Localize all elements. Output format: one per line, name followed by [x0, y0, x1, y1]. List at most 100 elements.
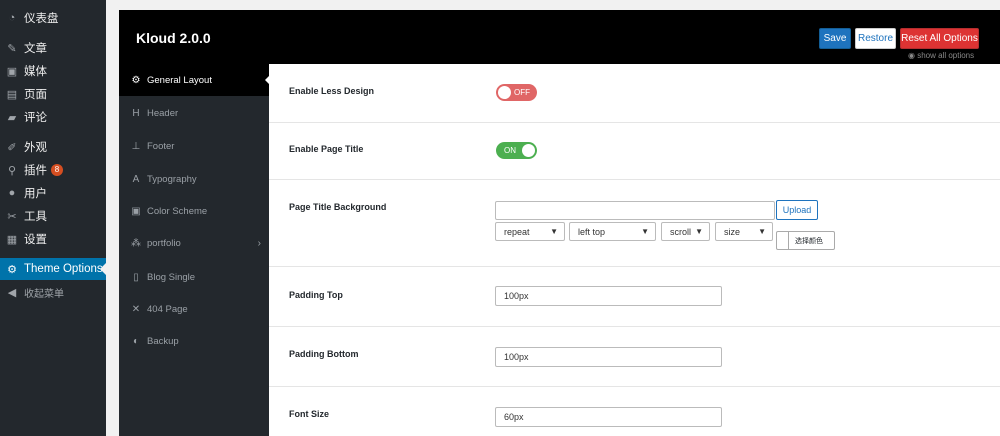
font-size-input[interactable]: 60px — [495, 407, 722, 427]
menu-item-comments[interactable]: ▰ 评论 — [0, 106, 106, 128]
menu-item-settings[interactable]: ▦ 设置 — [0, 228, 106, 250]
sitemap-icon: ⊥ — [131, 140, 141, 152]
menu-item-dashboard[interactable]: ◔ 仪表盘 — [0, 7, 106, 29]
plugin-icon: ⚲ — [7, 164, 17, 177]
select-value: scroll — [670, 226, 692, 237]
enable-title-toggle[interactable]: ON — [496, 142, 537, 159]
pin-icon: ✎ — [7, 42, 17, 55]
padding-top-input[interactable]: 100px — [495, 286, 722, 306]
menu-item-tools[interactable]: ✂ 工具 — [0, 205, 106, 227]
setting-label: Padding Bottom — [289, 349, 359, 359]
select-value: left top — [578, 226, 606, 237]
toggle-state-label: ON — [504, 146, 516, 155]
wrench-icon: ✂ — [7, 210, 17, 223]
save-button[interactable]: Save — [819, 28, 851, 49]
tab-footer[interactable]: ⊥ Footer — [119, 130, 269, 162]
tab-header[interactable]: H Header — [119, 97, 269, 129]
menu-item-plugins[interactable]: ⚲ 插件 8 — [0, 159, 106, 181]
restore-button[interactable]: Restore — [855, 28, 896, 49]
select-color-button[interactable]: 选择颜色 — [776, 231, 835, 250]
chevron-right-icon: › — [257, 237, 261, 249]
tab-general-layout[interactable]: ⚙ General Layout — [119, 64, 269, 96]
show-all-label: show all options — [917, 51, 975, 60]
image-icon: ▣ — [131, 205, 141, 217]
tab-label: General Layout — [147, 74, 212, 86]
menu-item-posts[interactable]: ✎ 文章 — [0, 37, 106, 59]
select-value: repeat — [504, 226, 530, 237]
menu-collapse[interactable]: ◀ 收起菜单 — [0, 281, 106, 303]
menu-item-pages[interactable]: ▤ 页面 — [0, 83, 106, 105]
page-icon: ▤ — [6, 88, 18, 101]
page-title: Kloud 2.0.0 — [136, 30, 211, 46]
color-swatch — [777, 232, 789, 249]
tab-typography[interactable]: A Typography — [119, 163, 269, 195]
options-panel: Kloud 2.0.0 Save Restore Reset All Optio… — [119, 10, 1000, 436]
tab-label: Header — [147, 107, 179, 119]
chevron-down-icon: ▼ — [641, 227, 649, 236]
reset-all-button[interactable]: Reset All Options — [900, 28, 979, 49]
menu-item-label: 收起菜单 — [24, 288, 64, 300]
setting-label: Padding Top — [289, 290, 343, 300]
setting-row-enable-title: Enable Page Title ON — [269, 123, 1000, 180]
enable-less-toggle[interactable]: OFF — [496, 84, 537, 101]
menu-item-label: 仪表盘 — [24, 13, 59, 25]
menu-item-media[interactable]: ▣ 媒体 — [0, 60, 106, 82]
chevron-down-icon: ▼ — [695, 227, 703, 236]
file-icon: ▯ — [133, 271, 139, 283]
tab-label: 404 Page — [147, 303, 188, 315]
show-all-options-link[interactable]: ◉ show all options — [908, 51, 974, 60]
tab-portfolio[interactable]: ⁂ portfolio › — [119, 227, 269, 259]
setting-label: Font Size — [289, 409, 329, 419]
color-button-label: 选择颜色 — [795, 237, 823, 245]
background-url-input[interactable] — [495, 201, 775, 220]
tab-blog-single[interactable]: ▯ Blog Single — [119, 261, 269, 293]
setting-row-enable-less: Enable Less Design OFF — [269, 64, 1000, 123]
menu-item-label: 文章 — [24, 43, 47, 55]
setting-label: Page Title Background — [289, 202, 387, 212]
setting-row-padding-bottom: Padding Bottom 100px — [269, 327, 1000, 387]
toggle-knob — [522, 144, 535, 157]
update-count-badge: 8 — [51, 164, 63, 176]
upload-button[interactable]: Upload — [776, 200, 818, 220]
menu-item-label: 工具 — [24, 211, 47, 223]
settings-icon: ▦ — [6, 233, 18, 246]
menu-item-label: 设置 — [24, 234, 47, 246]
collapse-icon: ◀ — [7, 286, 17, 299]
bg-repeat-select[interactable]: repeat ▼ — [495, 222, 565, 241]
brush-icon: ✐ — [7, 141, 17, 154]
tab-label: Footer — [147, 140, 175, 152]
users-icon: ⁂ — [131, 237, 141, 249]
tab-label: portfolio — [147, 237, 181, 249]
shield-icon: ◐ — [132, 335, 140, 347]
setting-row-title-bg: Page Title Background Upload repeat ▼ le… — [269, 180, 1000, 267]
toggle-knob — [498, 86, 511, 99]
menu-item-label: 页面 — [24, 89, 47, 101]
bg-attachment-select[interactable]: scroll ▼ — [661, 222, 710, 241]
gear-icon: ⚙ — [7, 263, 17, 276]
admin-sidebar: ◔ 仪表盘 ✎ 文章 ▣ 媒体 ▤ 页面 ▰ 评论 ✐ 外观 ⚲ 插件 8 ● … — [0, 0, 106, 436]
menu-item-label: 插件 — [24, 165, 47, 177]
gear-icon: ⚙ — [131, 74, 141, 86]
bg-size-select[interactable]: size ▼ — [715, 222, 773, 241]
header-icon: H — [132, 107, 140, 119]
menu-item-theme-options[interactable]: ⚙ Theme Options — [0, 258, 106, 280]
setting-label: Enable Less Design — [289, 86, 375, 96]
tab-color-scheme[interactable]: ▣ Color Scheme — [119, 195, 269, 227]
menu-item-users[interactable]: ● 用户 — [0, 182, 106, 204]
bg-position-select[interactable]: left top ▼ — [569, 222, 656, 241]
panel-header: Kloud 2.0.0 Save Restore Reset All Optio… — [119, 10, 1000, 64]
menu-item-label: 用户 — [24, 188, 47, 200]
tab-404-page[interactable]: ✕ 404 Page — [119, 293, 269, 325]
media-icon: ▣ — [6, 65, 18, 78]
toggle-state-label: OFF — [514, 88, 530, 97]
menu-item-label: Theme Options — [24, 263, 103, 275]
tab-backup[interactable]: ◐ Backup — [119, 325, 269, 357]
times-icon: ✕ — [131, 303, 141, 315]
setting-label: Enable Page Title — [289, 144, 364, 154]
menu-item-appearance[interactable]: ✐ 外观 — [0, 136, 106, 158]
menu-item-label: 评论 — [24, 112, 47, 124]
padding-bottom-input[interactable]: 100px — [495, 347, 722, 367]
setting-row-font-size: Font Size 60px — [269, 387, 1000, 436]
menu-item-label: 外观 — [24, 142, 47, 154]
user-icon: ● — [8, 187, 16, 199]
